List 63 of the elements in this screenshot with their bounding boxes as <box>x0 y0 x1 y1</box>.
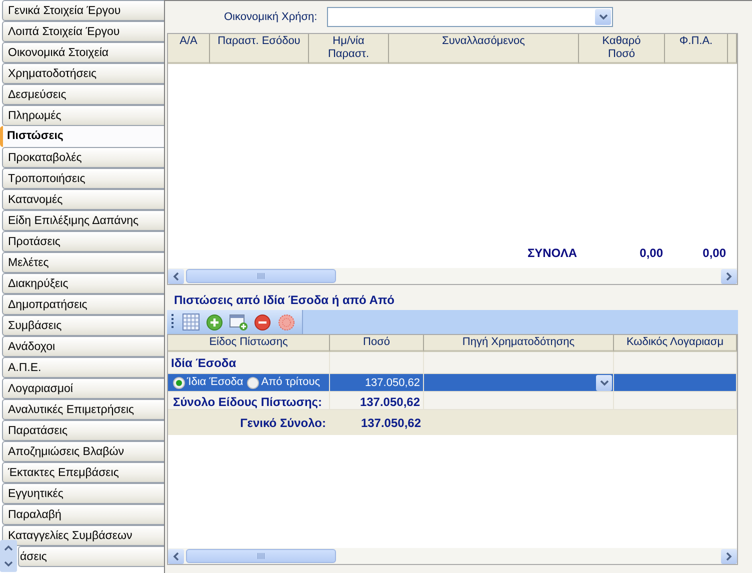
dropdown-button[interactable] <box>596 375 612 391</box>
sidebar-tab[interactable]: Λοιπά Στοιχεία Έργου <box>2 21 164 42</box>
caret-icon <box>600 380 608 386</box>
sidebar-tab[interactable]: Προτάσεις <box>2 231 164 252</box>
total-value: 0,00 <box>702 245 727 262</box>
sidebar-tab[interactable]: Δεσμεύσεις <box>2 84 164 105</box>
sidebar-scroll-button[interactable] <box>0 540 17 572</box>
scroll-left-button[interactable] <box>168 548 184 564</box>
column-header[interactable]: Καθαρό Ποσό <box>579 34 665 64</box>
sidebar-tab[interactable]: Είδη Επιλέξιμης Δαπάνης <box>2 210 164 231</box>
sidebar-tab[interactable]: Καταγγελίες Συμβάσεων <box>2 525 164 546</box>
scrollbar-thumb[interactable] <box>186 269 336 283</box>
sidebar-tab[interactable]: Οικονομικά Στοιχεία <box>2 42 164 63</box>
scrollbar-thumb[interactable] <box>186 549 336 563</box>
horizontal-scrollbar[interactable] <box>168 548 737 564</box>
sidebar-tab[interactable]: Αποζημιώσεις Βλαβών <box>2 441 164 462</box>
fiscal-year-dropdown[interactable] <box>327 7 614 27</box>
sidebar-tab[interactable]: Έκτακτες Επεμβάσεις <box>2 462 164 483</box>
column-header[interactable]: Ημ/νία Παραστ. <box>309 34 389 64</box>
new-window-button[interactable] <box>229 312 248 332</box>
sidebar-tab[interactable]: Κατανομές <box>2 189 164 210</box>
sidebar-tab[interactable]: Συμβάσεις <box>2 315 164 336</box>
column-header[interactable]: Φ.Π.Α. <box>665 34 728 64</box>
column-header[interactable]: Α/Α <box>168 34 210 64</box>
grid-icon[interactable] <box>181 312 200 332</box>
grand-total-amount: 137.050,62 <box>360 414 422 432</box>
dropdown-button[interactable] <box>595 9 612 25</box>
field-label: Οικονομική Χρήση: <box>224 10 318 25</box>
scroll-right-button[interactable] <box>721 548 737 564</box>
grid-row[interactable]: Ίδια Έσοδα Από τρίτους 137.050,62 <box>168 374 737 392</box>
sidebar-tab[interactable]: Δημοπρατήσεις <box>2 294 164 315</box>
column-header[interactable]: Συναλλασόμενος <box>389 34 579 64</box>
sidebar-tab[interactable]: Γενικά Στοιχεία Έργου <box>2 0 164 21</box>
radio-button[interactable]: Από τρίτους <box>247 374 320 391</box>
horizontal-scrollbar[interactable] <box>168 268 737 284</box>
group-label: Ιδία Έσοδα <box>171 354 236 372</box>
sidebar-tab[interactable]: άσεις <box>18 546 164 567</box>
sidebar-tab[interactable]: Πληρωμές <box>2 105 164 126</box>
scroll-right-button[interactable] <box>721 268 737 284</box>
scroll-left-button[interactable] <box>168 268 184 284</box>
remove-button[interactable] <box>253 312 272 332</box>
sidebar-tab[interactable]: Α.Π.Ε. <box>2 357 164 378</box>
section-title: Πιστώσεις από Ιδία Έσοδα ή από Από <box>173 292 396 309</box>
add-button[interactable] <box>205 312 224 332</box>
sidebar-tab[interactable]: Τροποποιήσεις <box>2 168 164 189</box>
sidebar-tab[interactable]: Ανάδοχοι <box>2 336 164 357</box>
sidebar-tab[interactable]: Προκαταβολές <box>2 147 164 168</box>
column-header[interactable]: Παραστ. Εσόδου <box>210 34 309 64</box>
sidebar-tab[interactable]: Παρατάσεις <box>2 420 164 441</box>
sidebar-tab[interactable]: Λογαριασμοί <box>2 378 164 399</box>
sidebar-tab[interactable]: Χρηματοδοτήσεις <box>2 63 164 84</box>
totals-label: ΣΥΝΟΛΑ <box>526 245 578 262</box>
grand-total-label: Γενικό Σύνολο: <box>239 414 327 432</box>
sidebar-tab[interactable]: Αναλυτικές Επιμετρήσεις <box>2 399 164 420</box>
total-value: 0,00 <box>638 245 664 262</box>
sidebar-tab[interactable]: Παραλαβή <box>2 504 164 525</box>
sidebar-tab[interactable]: Πιστώσεις <box>0 126 164 147</box>
sidebar-tab[interactable]: Διακηρύξεις <box>2 273 164 294</box>
radio-button[interactable]: Ίδια Έσοδα <box>173 374 244 391</box>
sidebar-tab[interactable]: Μελέτες <box>2 252 164 273</box>
caret-icon <box>598 14 608 20</box>
grip-handle[interactable] <box>171 313 174 331</box>
sidebar-tab[interactable]: Εγγυητικές <box>2 483 164 504</box>
